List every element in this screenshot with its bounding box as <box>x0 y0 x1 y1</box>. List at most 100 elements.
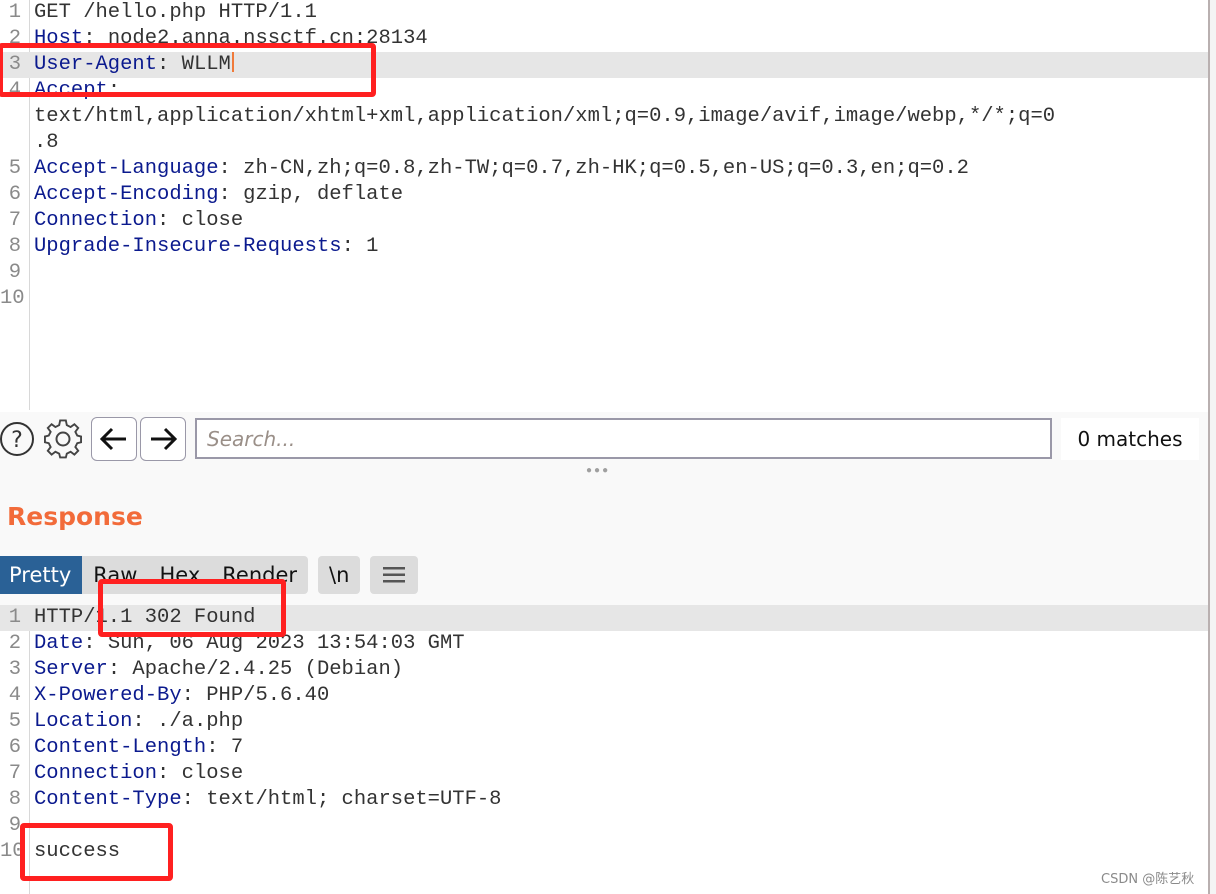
header-name: Accept-Encoding <box>34 183 219 206</box>
gear-icon <box>43 419 83 459</box>
response-view-tabs: Pretty Raw Hex Render \n <box>0 556 419 594</box>
header-name: Location <box>34 710 133 733</box>
help-button[interactable]: ? <box>0 418 36 460</box>
line-number: 7 <box>8 209 21 232</box>
code-line: 10 success <box>0 839 1208 865</box>
code-line: 7 Connection: close <box>0 761 1208 787</box>
line-content: success <box>34 839 120 865</box>
line-number: 3 <box>8 658 21 681</box>
header-separator: : <box>341 235 354 258</box>
line-number: 9 <box>8 814 21 837</box>
header-value: ./a.php <box>144 710 244 733</box>
settings-button[interactable] <box>40 418 86 460</box>
header-separator: : <box>181 684 194 707</box>
header-value: 7 <box>218 736 244 759</box>
line-number: 1 <box>8 1 21 24</box>
tab-hex[interactable]: Hex <box>148 556 211 594</box>
header-name: User-Agent <box>34 53 158 76</box>
code-line: 8 Upgrade-Insecure-Requests: 1 <box>0 234 1208 260</box>
header-name: Content-Type <box>34 788 182 811</box>
header-name: Accept-Language <box>34 157 219 180</box>
code-line: 6 Content-Length: 7 <box>0 735 1208 761</box>
response-title: Response <box>7 502 143 531</box>
line-number: 10 <box>0 840 25 863</box>
code-line: 3 User-Agent: WLLM <box>0 52 1208 78</box>
line-content: GET /hello.php HTTP/1.1 <box>34 0 317 26</box>
header-name: Connection <box>34 762 158 785</box>
header-value: PHP/5.6.40 <box>193 684 330 707</box>
code-line: 6 Accept-Encoding: gzip, deflate <box>0 182 1208 208</box>
hamburger-menu-icon <box>383 567 406 583</box>
response-editor[interactable]: 1 HTTP/1.1 302 Found 2 Date: Sun, 06 Aug 20… <box>0 605 1208 894</box>
line-content: Accept-Encoding: gzip, deflate <box>34 182 403 208</box>
header-separator: : <box>157 53 170 76</box>
tab-raw[interactable]: Raw <box>82 556 148 594</box>
line-content: Content-Length: 7 <box>34 735 243 761</box>
header-name: Date <box>34 632 84 655</box>
header-value: 1 <box>353 235 379 258</box>
header-value: close <box>169 762 244 785</box>
tab-pretty[interactable]: Pretty <box>0 556 83 594</box>
watermark: CSDN @陈艺秋 <box>1101 872 1195 887</box>
line-number: 9 <box>8 261 21 284</box>
newline-toggle-button[interactable]: \n <box>318 556 361 594</box>
line-number: 5 <box>8 157 21 180</box>
line-number: 1 <box>8 606 21 629</box>
code-line: 1 HTTP/1.1 302 Found <box>0 605 1208 631</box>
header-separator: : <box>157 209 170 232</box>
header-separator: : <box>218 157 231 180</box>
view-tab-group: Pretty Raw Hex Render <box>0 556 309 594</box>
code-line: 5 Location: ./a.php <box>0 709 1208 735</box>
code-line: 5 Accept-Language: zh-CN,zh;q=0.8,zh-TW;q… <box>0 156 1208 182</box>
line-content: X-Powered-By: PHP/5.6.40 <box>34 683 329 709</box>
request-editor[interactable]: 1 GET /hello.php HTTP/1.1 2 Host: node2.ann… <box>0 0 1208 410</box>
code-line: 8 Content-Type: text/html; charset=UTF-8 <box>0 787 1208 813</box>
header-value: zh-CN,zh;q=0.8,zh-TW;q=0.7,zh-HK;q=0.5,e… <box>230 157 969 180</box>
previous-match-button[interactable] <box>91 417 137 461</box>
header-name: Accept <box>34 79 108 102</box>
code-line: 4 Accept: <box>0 78 1208 104</box>
response-panel-header: Response Pretty Raw Hex Render \n <box>0 476 1208 605</box>
request-lines: 1 GET /hello.php HTTP/1.1 2 Host: node2.ann… <box>0 0 1208 312</box>
drag-dots-icon: ●●● <box>586 465 611 476</box>
code-line: 2 Date: Sun, 06 Aug 2023 13:54:03 GMT <box>0 631 1208 657</box>
header-separator: : <box>83 632 96 655</box>
line-text: success <box>34 840 121 863</box>
header-separator: : <box>107 658 121 681</box>
header-name: X-Powered-By <box>34 684 182 707</box>
header-name: Content-Length <box>34 736 207 759</box>
vertical-scrollbar[interactable] <box>1208 0 1216 894</box>
header-separator: : <box>83 27 96 50</box>
line-number: 7 <box>8 762 21 785</box>
header-separator: : <box>107 79 121 102</box>
line-text: text/html,application/xhtml+xml,applicat… <box>34 105 1056 128</box>
line-content: .8 <box>34 130 59 156</box>
tab-render[interactable]: Render <box>211 556 308 594</box>
options-menu-button[interactable] <box>370 556 419 594</box>
match-count: 0 matches <box>1061 418 1199 460</box>
header-value: gzip, deflate <box>230 183 404 206</box>
panel-resize-handle[interactable]: ●●● <box>0 464 1208 476</box>
line-number: 2 <box>8 27 21 50</box>
line-content: Content-Type: text/html; charset=UTF-8 <box>34 787 502 813</box>
line-content: Accept-Language: zh-CN,zh;q=0.8,zh-TW;q=… <box>34 156 969 182</box>
header-separator: : <box>181 788 194 811</box>
line-content: Host: node2.anna.nssctf.cn:28134 <box>34 26 428 52</box>
text-cursor <box>231 52 234 72</box>
search-input[interactable] <box>195 418 1052 459</box>
line-number: 4 <box>8 79 21 102</box>
line-content: Upgrade-Insecure-Requests: 1 <box>34 234 378 260</box>
line-content: User-Agent: WLLM <box>34 52 234 78</box>
line-content: Date: Sun, 06 Aug 2023 13:54:03 GMT <box>34 631 465 657</box>
line-number: 6 <box>8 183 21 206</box>
header-value: node2.anna.nssctf.cn:28134 <box>95 27 428 50</box>
next-match-button[interactable] <box>140 417 186 461</box>
line-content: Location: ./a.php <box>34 709 243 735</box>
line-number: 4 <box>8 684 21 707</box>
code-line: 2 Host: node2.anna.nssctf.cn:28134 <box>0 26 1208 52</box>
line-content: Server: Apache/2.4.25 (Debian) <box>34 657 403 683</box>
svg-text:?: ? <box>11 428 23 453</box>
line-number: 2 <box>8 632 21 655</box>
question-circle-icon: ? <box>0 422 34 456</box>
arrow-right-icon <box>151 427 178 451</box>
